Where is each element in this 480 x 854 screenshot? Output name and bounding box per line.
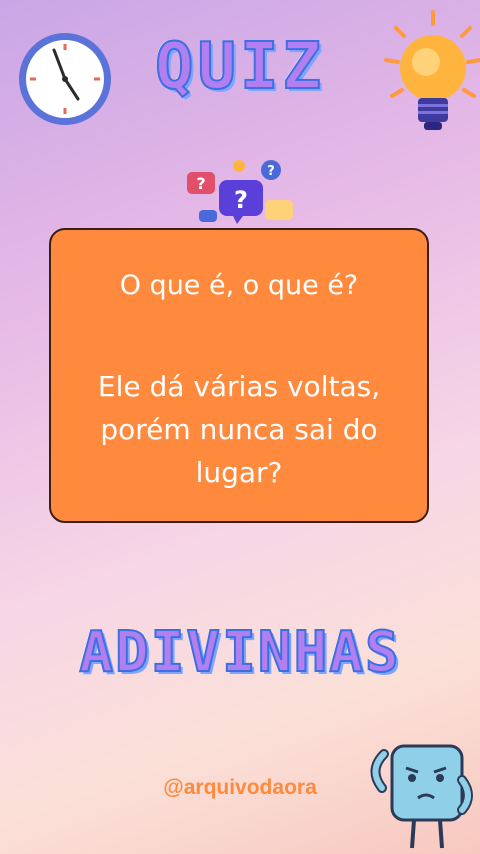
cube-mascot-icon	[370, 744, 473, 849]
question-card: O que é, o que é? Ele dá várias voltas, …	[49, 228, 429, 523]
adivinhas-title: ADIVINHAS	[78, 619, 401, 686]
svg-text:?: ?	[196, 174, 205, 193]
question-intro: O que é, o que é?	[119, 270, 359, 301]
svg-text:?: ?	[234, 186, 248, 214]
question-text: Ele dá várias voltas, porém nunca sai do…	[97, 370, 381, 489]
lightbulb-icon	[384, 10, 480, 130]
speech-bubbles-icon: ? ? ?	[187, 160, 293, 224]
svg-text:?: ?	[267, 164, 275, 179]
